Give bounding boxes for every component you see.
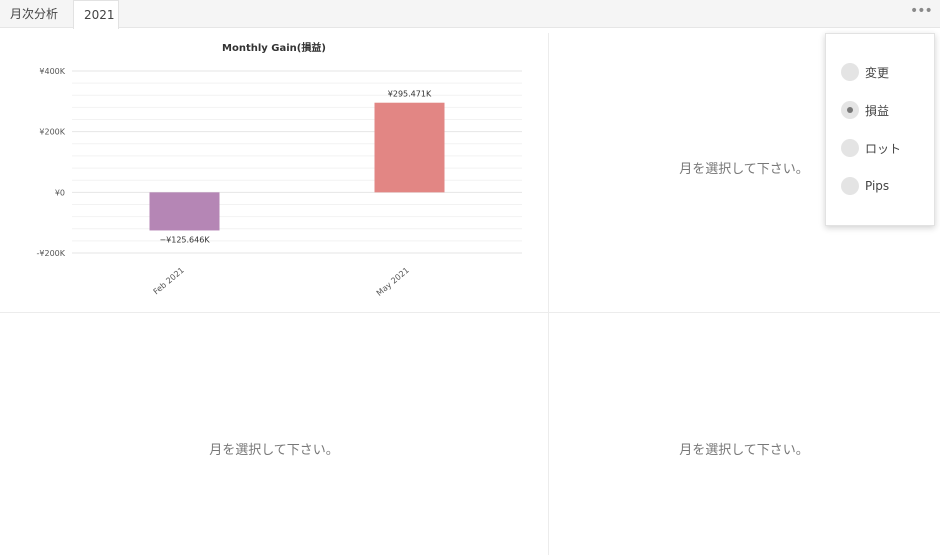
tab-bar: 月次分析 2021 ••• <box>0 0 940 29</box>
menu-label-profit-loss: 損益 <box>865 103 890 118</box>
menu-item-profit-loss[interactable]: 損益 <box>841 100 889 120</box>
menu-item-change[interactable]: 変更 <box>841 62 889 82</box>
tab-2021[interactable]: 2021 <box>73 0 119 29</box>
y-tick-label: ¥200K <box>39 128 65 137</box>
x-tick-label-1: May 2021 <box>375 266 411 298</box>
y-axis-ticks: ¥400K ¥200K ¥0 -¥200K <box>37 67 66 258</box>
chart-gridlines <box>72 70 522 254</box>
y-tick-label: ¥400K <box>39 67 65 76</box>
menu-label-pips: Pips <box>865 179 890 193</box>
more-options-icon[interactable]: ••• <box>910 3 933 19</box>
monthly-gain-chart: Monthly Gain(損益) ¥400K ¥200K ¥0 -¥200K −¥12… <box>37 41 522 298</box>
bar-0 <box>149 192 220 231</box>
panel-divider-vertical <box>548 33 549 555</box>
y-tick-label: ¥0 <box>55 188 65 197</box>
x-tick-label-0: Feb 2021 <box>152 266 186 297</box>
chart-title: Monthly Gain(損益) <box>222 41 326 54</box>
radio-profit-loss[interactable] <box>841 101 859 119</box>
data-label-0: −¥125.646K <box>159 235 210 244</box>
placeholder-bottom-left: 月を選択して下さい。 <box>209 443 339 458</box>
menu-label-lot: ロット <box>865 141 902 156</box>
chart-bars <box>149 102 445 231</box>
menu-label-change: 変更 <box>865 65 890 80</box>
menu-item-lot[interactable]: ロット <box>841 138 901 158</box>
data-label-1: ¥295.471K <box>388 90 432 99</box>
placeholder-bottom-right: 月を選択して下さい。 <box>679 443 809 458</box>
radio-pips[interactable] <box>841 177 859 195</box>
tab-monthly-analysis[interactable]: 月次分析 <box>0 0 68 28</box>
radio-lot[interactable] <box>841 139 859 157</box>
radio-change[interactable] <box>841 63 859 81</box>
bar-1 <box>374 102 445 193</box>
menu-item-pips[interactable]: Pips <box>841 176 889 196</box>
metric-dropdown-menu: 変更 損益 ロット Pips <box>825 33 935 226</box>
y-tick-label: -¥200K <box>37 249 66 258</box>
panel-divider-horizontal <box>0 312 940 313</box>
x-axis-ticks: Feb 2021 May 2021 <box>152 266 411 298</box>
